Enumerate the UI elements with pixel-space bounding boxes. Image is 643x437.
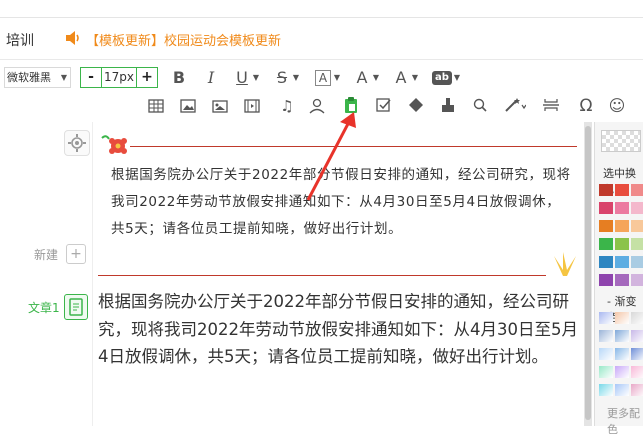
gradient-swatch[interactable]: [615, 312, 629, 324]
color-swatch[interactable]: [631, 184, 643, 196]
omega-icon[interactable]: Ω: [575, 95, 597, 117]
article-label: 文章1: [28, 301, 60, 315]
increase-size-button[interactable]: +: [137, 68, 157, 87]
arrow-annotation: [306, 112, 356, 201]
editor-main-text[interactable]: 根据国务院办公厅关于2022年部分节假日安排的通知，经公司研究，现将我司2022…: [98, 288, 582, 371]
color-swatch[interactable]: [599, 202, 613, 214]
gradient-swatch[interactable]: [599, 384, 613, 396]
color-swatch[interactable]: [631, 238, 643, 250]
gear-icon: [68, 134, 86, 152]
chevron-down-icon[interactable]: ▼: [333, 67, 341, 89]
image-icon[interactable]: [180, 98, 196, 114]
italic-button[interactable]: I: [202, 67, 220, 89]
emoji-icon[interactable]: ☺: [606, 95, 628, 117]
new-button[interactable]: +: [66, 244, 86, 264]
transparent-swatch[interactable]: [601, 130, 641, 152]
gradient-swatch[interactable]: [631, 384, 643, 396]
more-colors-link[interactable]: 更多配色: [607, 405, 643, 437]
format-painter-icon[interactable]: [408, 97, 424, 113]
font-color-button[interactable]: A: [354, 67, 370, 89]
gradient-swatch[interactable]: [631, 330, 643, 342]
video-icon[interactable]: [244, 98, 260, 114]
color-swatch[interactable]: [615, 256, 629, 268]
color-swatch[interactable]: [599, 274, 613, 286]
ab-format-button[interactable]: ab: [432, 71, 452, 85]
underline-button[interactable]: U: [234, 67, 250, 89]
color-swatch[interactable]: [631, 256, 643, 268]
color-swatch[interactable]: [599, 256, 613, 268]
table-icon[interactable]: [148, 98, 164, 114]
notice-link[interactable]: 【模板更新】校园运动会模板更新: [86, 30, 281, 49]
settings-button[interactable]: [64, 130, 90, 156]
gradient-swatch[interactable]: [631, 348, 643, 360]
chevron-down-icon[interactable]: ▼: [372, 67, 380, 89]
font-size-value[interactable]: 17px: [101, 68, 137, 87]
color-panel: 选中换色 - 渐变色 更多配色: [594, 122, 643, 436]
article-button[interactable]: [64, 294, 88, 320]
divider-icon[interactable]: [542, 97, 560, 113]
flower-icon: [101, 135, 127, 154]
document-icon: [69, 298, 83, 316]
color-swatch[interactable]: [615, 202, 629, 214]
music-icon[interactable]: ♫: [276, 95, 298, 117]
chevron-down-icon[interactable]: ▼: [292, 67, 300, 89]
nav-row: 培训 【模板更新】校园运动会模板更新: [0, 18, 643, 60]
color-swatch[interactable]: [631, 202, 643, 214]
gradient-swatch[interactable]: [615, 366, 629, 378]
decrease-size-button[interactable]: -: [81, 68, 101, 87]
color-swatch[interactable]: [615, 274, 629, 286]
color-swatch[interactable]: [631, 220, 643, 232]
leaf-icon: [554, 252, 576, 276]
gradient-swatch[interactable]: [599, 330, 613, 342]
color-swatch[interactable]: [599, 238, 613, 250]
strikethrough-button[interactable]: S: [274, 67, 290, 89]
highlight-button[interactable]: A: [393, 67, 409, 89]
gradient-swatch[interactable]: [631, 366, 643, 378]
gradient-swatch[interactable]: [615, 384, 629, 396]
gradient-swatch[interactable]: [599, 348, 613, 360]
checkbox-icon[interactable]: [376, 97, 392, 113]
gradient-swatch[interactable]: [615, 348, 629, 360]
bold-button[interactable]: B: [170, 67, 188, 89]
chevron-down-icon[interactable]: ▼: [411, 67, 419, 89]
border-text-button[interactable]: A: [315, 70, 331, 86]
font-family-value: 微软雅黑: [7, 71, 51, 84]
gradient-swatch[interactable]: [599, 312, 613, 324]
color-swatch[interactable]: [599, 220, 613, 232]
clear-format-icon[interactable]: [440, 97, 456, 113]
color-swatch[interactable]: [631, 274, 643, 286]
gallery-icon[interactable]: [212, 98, 228, 114]
gradient-swatch[interactable]: [631, 312, 643, 324]
template-bottom-rule: [98, 275, 546, 276]
magic-wand-icon[interactable]: [504, 97, 526, 113]
font-size-stepper[interactable]: - 17px +: [80, 67, 158, 88]
gradient-swatch[interactable]: [599, 366, 613, 378]
gradient-swatch[interactable]: [615, 330, 629, 342]
toolbar-row-1: 微软雅黑 ▼ - 17px + B I U ▼ S ▼ A ▼ A ▼ A ▼ …: [0, 62, 643, 146]
new-label: 新建: [34, 248, 59, 262]
speaker-icon: [66, 31, 79, 45]
font-family-select[interactable]: 微软雅黑 ▼: [4, 67, 71, 88]
search-replace-icon[interactable]: [472, 97, 488, 113]
color-swatch[interactable]: [599, 184, 613, 196]
color-swatch[interactable]: [615, 184, 629, 196]
left-sidebar: [0, 122, 92, 426]
top-bar: [0, 0, 643, 18]
color-swatch[interactable]: [615, 220, 629, 232]
chevron-down-icon[interactable]: ▼: [453, 67, 461, 89]
chevron-down-icon[interactable]: ▼: [252, 67, 260, 89]
tab-training[interactable]: 培训: [6, 30, 34, 50]
scrollbar-thumb[interactable]: [585, 126, 591, 420]
chevron-down-icon: ▼: [60, 73, 67, 82]
color-swatch[interactable]: [615, 238, 629, 250]
